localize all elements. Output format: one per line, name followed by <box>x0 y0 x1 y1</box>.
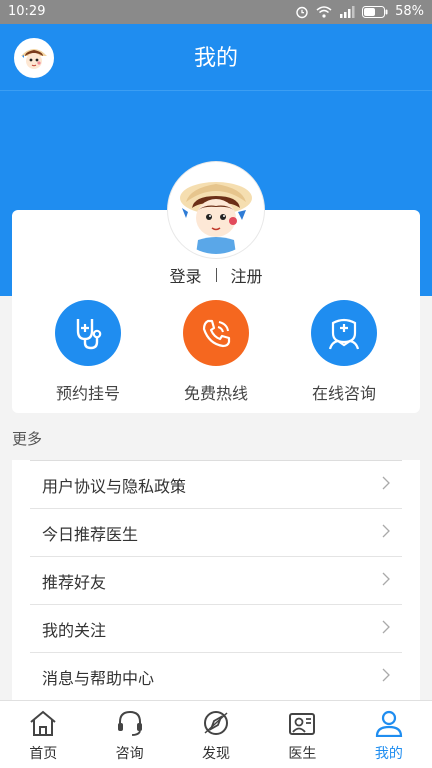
service-appointment[interactable]: 预约挂号 <box>23 300 153 404</box>
headset-icon <box>115 709 145 741</box>
tab-discover[interactable]: 发现 <box>173 701 259 768</box>
login-register-row: 登录 注册 <box>0 263 432 287</box>
menu-item-label: 推荐好友 <box>42 572 107 592</box>
tab-label: 首页 <box>29 746 58 762</box>
doctor-card-icon <box>287 709 317 741</box>
menu-item-label: 用户协议与隐私政策 <box>42 476 187 496</box>
service-consult[interactable]: 在线咨询 <box>279 300 409 404</box>
section-title-more: 更多 <box>12 430 43 448</box>
chevron-right-icon <box>382 571 402 590</box>
chevron-right-icon <box>382 667 402 686</box>
chevron-right-icon <box>382 619 402 638</box>
bottom-tab-bar: 首页 咨询 发现 医生 我的 <box>0 700 432 768</box>
menu-item-invite-friends[interactable]: 推荐好友 <box>30 557 402 605</box>
menu-list: 用户协议与隐私政策 今日推荐医生 推荐好友 我的关注 消息与帮助中心 <box>12 460 420 700</box>
tab-home[interactable]: 首页 <box>0 701 86 768</box>
menu-item-privacy[interactable]: 用户协议与隐私政策 <box>30 461 402 509</box>
tab-label: 我的 <box>374 746 403 762</box>
tab-doctors[interactable]: 医生 <box>259 701 345 768</box>
chevron-right-icon <box>382 475 402 494</box>
page-title: 我的 <box>193 46 238 71</box>
profile-avatar[interactable] <box>168 162 264 258</box>
tab-label: 发现 <box>202 746 231 762</box>
menu-item-label: 消息与帮助中心 <box>42 668 155 688</box>
login-link[interactable]: 登录 <box>169 263 201 287</box>
service-label: 在线咨询 <box>311 384 376 403</box>
doctor-icon <box>311 300 377 366</box>
wifi-icon <box>316 5 332 18</box>
register-link[interactable]: 注册 <box>231 263 263 287</box>
battery-icon <box>362 5 388 18</box>
signal-icon <box>339 5 355 18</box>
battery-percent: 58% <box>395 4 424 19</box>
service-label: 免费热线 <box>183 384 248 403</box>
menu-item-label: 今日推荐医生 <box>42 524 139 544</box>
menu-item-help-center[interactable]: 消息与帮助中心 <box>30 653 402 700</box>
chevron-right-icon <box>382 523 402 542</box>
home-icon <box>28 709 58 741</box>
compass-icon <box>201 709 231 741</box>
tab-label: 医生 <box>288 746 317 762</box>
header-divider <box>0 90 432 91</box>
status-bar: 10:29 58% <box>0 0 432 24</box>
service-label: 预约挂号 <box>55 384 120 403</box>
menu-item-label: 我的关注 <box>42 620 107 640</box>
alarm-icon <box>295 5 309 19</box>
tab-label: 咨询 <box>115 746 144 762</box>
service-hotline[interactable]: 免费热线 <box>151 300 281 404</box>
status-time: 10:29 <box>8 4 46 19</box>
phone-icon <box>183 300 249 366</box>
tab-mine[interactable]: 我的 <box>346 701 432 768</box>
stethoscope-icon <box>55 300 121 366</box>
separator <box>215 268 217 282</box>
menu-item-following[interactable]: 我的关注 <box>30 605 402 653</box>
menu-item-recommended-doctors[interactable]: 今日推荐医生 <box>30 509 402 557</box>
user-icon <box>374 709 404 741</box>
girl-avatar-icon <box>172 166 260 254</box>
tab-consult[interactable]: 咨询 <box>86 701 172 768</box>
